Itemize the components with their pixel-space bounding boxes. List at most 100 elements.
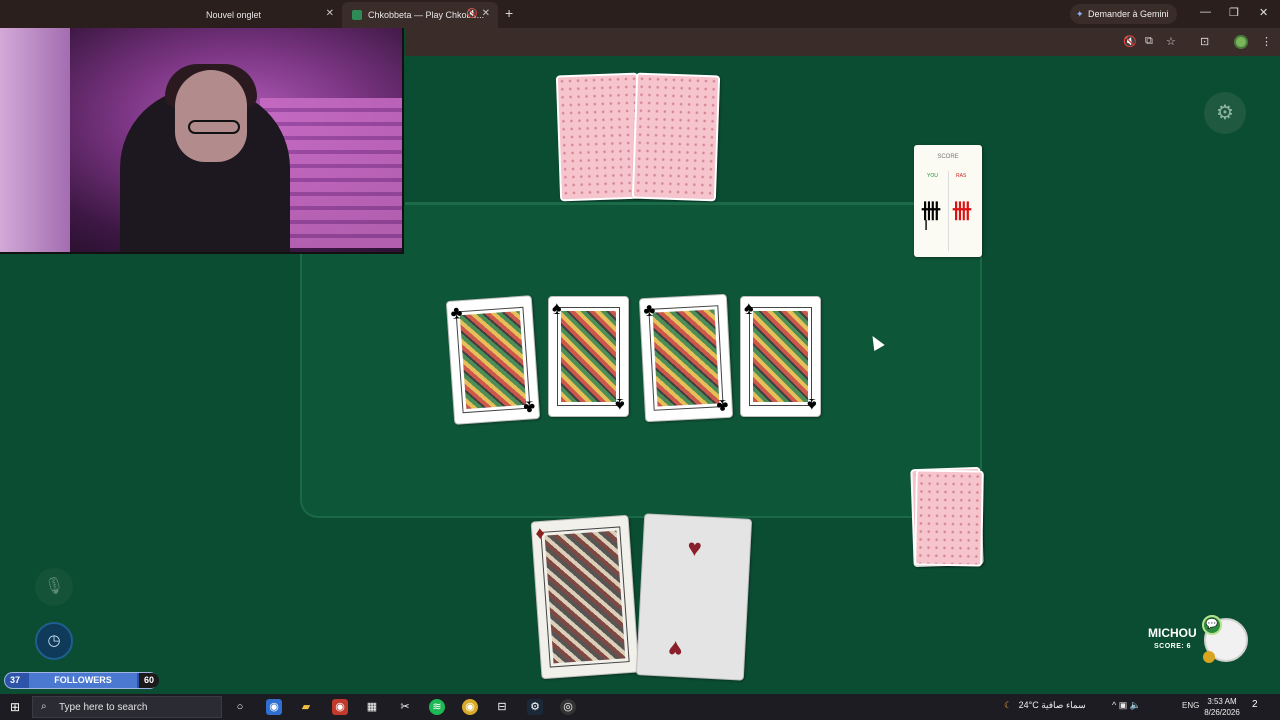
clock-time: 3:53 AM bbox=[1207, 697, 1237, 706]
card-figure bbox=[652, 309, 720, 407]
ask-gemini-button[interactable]: ✦ Demander à Gemini bbox=[1070, 4, 1177, 24]
tray-chevron-icon[interactable]: ^ bbox=[1112, 700, 1116, 710]
table-card[interactable]: ♠ ♠ bbox=[548, 296, 629, 417]
site-muted-icon[interactable]: 🔇 bbox=[1123, 35, 1137, 48]
card-figure bbox=[753, 311, 808, 402]
followers-goal-widget: 37 FOLLOWERS 60 bbox=[4, 672, 159, 689]
mic-muted-icon[interactable]: 🎙 bbox=[35, 568, 73, 606]
system-tray[interactable]: ^ ▣ 🔈 bbox=[1112, 700, 1141, 711]
card-suit: ♠ bbox=[807, 395, 817, 415]
clock-icon[interactable]: ◷ bbox=[35, 622, 73, 660]
taskbar-search-input[interactable]: ⌕ Type here to search bbox=[32, 696, 222, 718]
chrome-icon[interactable]: ◉ bbox=[266, 699, 282, 715]
player-score: SCORE: 6 bbox=[1154, 643, 1192, 650]
keyboard-app-icon[interactable]: ▦ bbox=[364, 699, 380, 715]
table-card[interactable]: ♠ ♠ bbox=[740, 296, 821, 417]
tab-chkobbeta[interactable]: Chkobbeta — Play Chkobb... 🔇 ✕ bbox=[342, 2, 498, 28]
close-tab-icon[interactable]: ✕ bbox=[482, 8, 490, 19]
capcut-icon[interactable]: ✂ bbox=[397, 699, 413, 715]
card-figure bbox=[544, 530, 626, 664]
opponent-card bbox=[555, 72, 643, 202]
card-suit: ♥ bbox=[686, 534, 703, 563]
clock-date: 8/26/2026 bbox=[1204, 708, 1240, 717]
webcam-glasses bbox=[188, 120, 240, 134]
browser-toolbar: 🔇 ⧉ ☆ ⊡ ⋮ bbox=[405, 28, 1280, 56]
moon-icon: ☾ bbox=[1004, 700, 1013, 710]
scoreboard-you-tally-extra: I bbox=[924, 217, 929, 234]
followers-label: FOLLOWERS bbox=[29, 673, 137, 688]
scoreboard-opponent-tally: 卌 bbox=[952, 201, 972, 223]
cortana-icon[interactable]: ○ bbox=[232, 699, 248, 715]
minimize-button[interactable]: — bbox=[1200, 6, 1211, 18]
player-hand-card[interactable]: ♥ ♥ bbox=[635, 513, 753, 681]
player-hand-card[interactable]: ♦ bbox=[530, 514, 640, 680]
weather-widget[interactable]: ☾ 24°C سماء صافية bbox=[1004, 700, 1086, 711]
card-suit: ♣ bbox=[642, 299, 656, 321]
table-divider bbox=[405, 202, 965, 205]
scoreboard-opponent-label: RAS bbox=[956, 173, 967, 179]
windows-start-icon[interactable]: ⊞ bbox=[10, 700, 20, 714]
browser-tab-bar: Nouvel onglet ✕ Chkobbeta — Play Chkobb.… bbox=[0, 0, 1280, 28]
cast-icon[interactable]: ⧉ bbox=[1145, 35, 1153, 48]
scoreboard-title: SCORE bbox=[937, 154, 959, 160]
extensions-icon[interactable]: ⊡ bbox=[1200, 35, 1209, 48]
draw-pile[interactable] bbox=[914, 469, 984, 567]
obs-icon[interactable]: ◎ bbox=[560, 699, 576, 715]
tray-network-icon[interactable]: ▣ bbox=[1119, 700, 1128, 710]
card-suit: ♦ bbox=[534, 522, 546, 544]
file-explorer-icon[interactable]: ▰ bbox=[298, 699, 314, 715]
webcam-head bbox=[175, 70, 247, 162]
gear-icon[interactable]: ⚙ bbox=[1204, 92, 1246, 134]
table-card[interactable]: ♣ ♣ bbox=[445, 295, 541, 425]
weather-text: سماء صافية bbox=[1041, 700, 1086, 710]
card-suit: ♣ bbox=[449, 302, 464, 323]
followers-goal: 60 bbox=[139, 673, 159, 688]
restore-button[interactable]: ❐ bbox=[1229, 6, 1239, 19]
weather-temp: 24°C bbox=[1018, 700, 1039, 710]
coin-icon bbox=[1203, 651, 1215, 663]
card-figure bbox=[561, 311, 616, 402]
chrome-alt-icon[interactable]: ◉ bbox=[462, 699, 478, 715]
card-suit: ♠ bbox=[744, 298, 754, 318]
tab-label: Nouvel onglet bbox=[206, 10, 262, 20]
language-indicator[interactable]: ENG bbox=[1182, 701, 1199, 710]
scoreboard: SCORE YOU RAS 卌 卌 I bbox=[914, 145, 982, 257]
bookmark-star-icon[interactable]: ☆ bbox=[1166, 35, 1176, 48]
card-suit: ♣ bbox=[716, 395, 730, 417]
opponent-card bbox=[631, 72, 721, 202]
card-suit: ♥ bbox=[667, 634, 684, 663]
close-tab-icon[interactable]: ✕ bbox=[326, 8, 334, 19]
scoreboard-you-label: YOU bbox=[927, 173, 938, 179]
steam-icon[interactable]: ⚙ bbox=[527, 699, 543, 715]
card-suit: ♣ bbox=[522, 397, 537, 418]
store-icon[interactable]: ⊟ bbox=[494, 699, 510, 715]
windows-taskbar: ⊞ ⌕ Type here to search ○ ◉ ▰ ◉ ▦ ✂ ≋ ◉ … bbox=[0, 694, 1280, 720]
taskbar-clock[interactable]: 3:53 AM 8/26/2026 bbox=[1204, 696, 1240, 718]
chrome-profile-icon[interactable]: ◉ bbox=[332, 699, 348, 715]
scoreboard-divider bbox=[948, 171, 949, 251]
tab-muted-icon[interactable]: 🔇 bbox=[467, 8, 478, 19]
card-figure bbox=[459, 311, 527, 409]
tray-volume-icon[interactable]: 🔈 bbox=[1130, 700, 1141, 710]
card-suit: ♠ bbox=[552, 298, 562, 318]
notifications-icon[interactable]: 2 bbox=[1252, 699, 1266, 713]
tab-new-tab[interactable]: Nouvel onglet ✕ bbox=[196, 2, 342, 28]
new-tab-button[interactable]: + bbox=[505, 5, 513, 21]
card-suit: ♠ bbox=[615, 395, 625, 415]
search-placeholder: Type here to search bbox=[59, 702, 148, 713]
close-window-button[interactable]: ✕ bbox=[1259, 6, 1268, 19]
notifications-count: 2 bbox=[1252, 699, 1258, 710]
player-name: MICHOU bbox=[1148, 626, 1197, 640]
gemini-label: Demander à Gemini bbox=[1088, 9, 1169, 19]
search-icon: ⌕ bbox=[41, 701, 47, 712]
chkobbeta-favicon-icon bbox=[352, 10, 362, 20]
spotify-icon[interactable]: ≋ bbox=[429, 699, 445, 715]
chat-icon[interactable]: 💬 bbox=[1202, 615, 1222, 635]
profile-avatar[interactable] bbox=[1234, 35, 1248, 49]
followers-current: 37 bbox=[9, 675, 20, 685]
table-card[interactable]: ♣ ♣ bbox=[638, 293, 734, 423]
gemini-sparkle-icon: ✦ bbox=[1076, 9, 1084, 19]
webcam-wall bbox=[0, 28, 70, 252]
menu-icon[interactable]: ⋮ bbox=[1261, 35, 1272, 48]
webcam-overlay bbox=[0, 28, 404, 254]
